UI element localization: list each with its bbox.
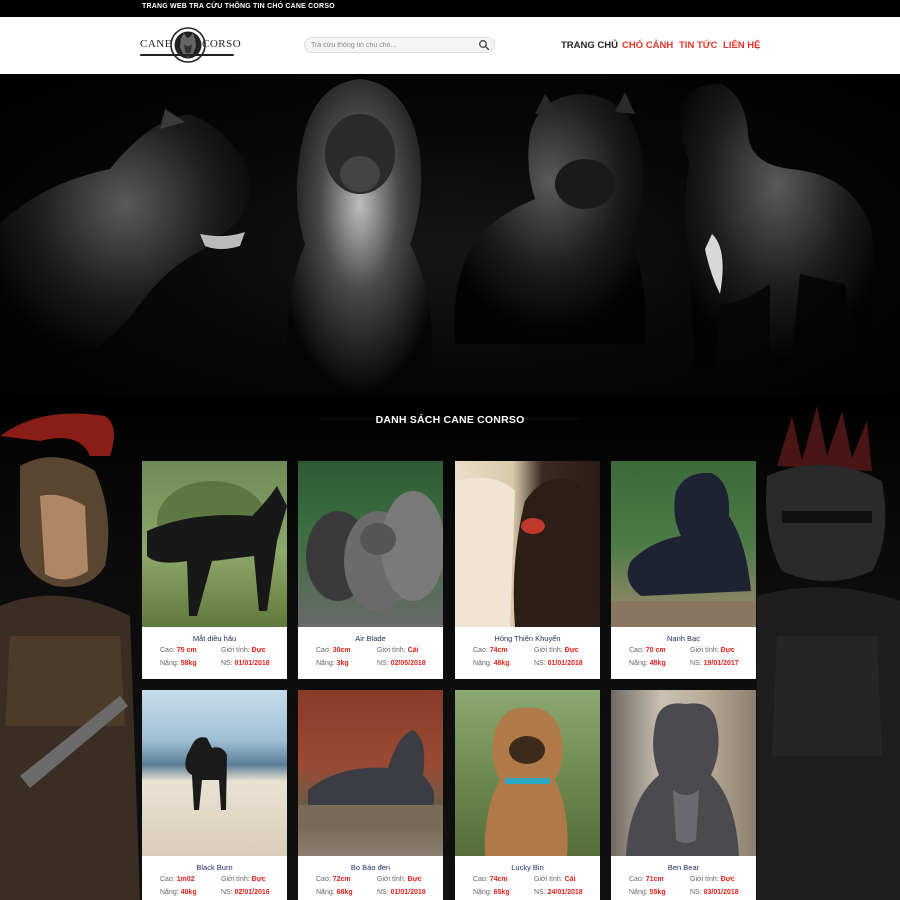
nav-home[interactable]: TRANG CHỦ [561, 40, 618, 51]
dark-warrior-right-image [757, 406, 900, 900]
hero-dog-2 [287, 79, 433, 394]
dog-birthdate: NS: 01/01/2018 [221, 660, 270, 667]
nav-news[interactable]: TIN TỨC [679, 40, 718, 51]
dog-card[interactable]: Mắt diều hâu Cao: 75 cm Giới tính: Đực Nặng… [142, 461, 287, 679]
dog-name[interactable]: Mắt diều hâu [142, 634, 287, 643]
dog-name[interactable]: Nanh Bạc [611, 634, 756, 643]
dog-card[interactable]: Lucky Bin Cao: 74cm Giới tính: Cái Nặng: 65… [455, 690, 600, 900]
dog-card[interactable]: Hỏng Thiên Khuyển Cao: 74cm Giới tính: Đực… [455, 461, 600, 679]
dog-weight: Nặng: 58kg [160, 660, 197, 667]
dog-card[interactable]: Bo Báo đen Cao: 72cm Giới tính: Đực Nặng: 6… [298, 690, 443, 900]
dog-photo[interactable] [142, 690, 287, 856]
dog-weight: Nặng: 65kg [473, 889, 510, 896]
dog-weight: Nặng: 3kg [316, 660, 349, 667]
logo-word-left: CANE [140, 38, 172, 50]
dog-birthdate: NS: 02/01/2016 [221, 889, 270, 896]
hero-dog-4 [679, 84, 875, 374]
dog-birthdate: NS: 01/01/2018 [377, 889, 426, 896]
hero-banner [0, 74, 900, 396]
dog-photo[interactable] [455, 690, 600, 856]
dog-height: Cao: 74cm [473, 647, 508, 654]
dog-name[interactable]: Ben Bear [611, 863, 756, 872]
dog-birthdate: NS: 01/01/2018 [534, 660, 583, 667]
top-bar-text: TRANG WEB TRA CỨU THÔNG TIN CHÓ CANE COR… [142, 3, 335, 10]
dog-photo[interactable] [298, 461, 443, 627]
dog-name[interactable]: Air Blade [298, 634, 443, 643]
dog-height: Cao: 70 cm [629, 647, 666, 654]
nav-contact[interactable]: LIÊN HỆ [723, 40, 760, 51]
site-logo[interactable]: CANE CORSO [140, 24, 241, 66]
dog-card[interactable]: Black Burn Cao: 1m02 Giới tính: Đực Nặng: 4… [142, 690, 287, 900]
logo-underline [140, 54, 234, 56]
search-icon[interactable] [478, 39, 490, 51]
logo-word-right: CORSO [202, 38, 242, 50]
dog-birthdate: NS: 03/01/2018 [690, 889, 739, 896]
dog-name[interactable]: Black Burn [142, 863, 287, 872]
dog-gender: Giới tính: Cái [534, 876, 576, 883]
search-box [304, 37, 495, 53]
dog-birthdate: NS: 02/05/2018 [377, 660, 426, 667]
dog-gender: Giới tính: Đực [534, 647, 579, 654]
dog-height: Cao: 75 cm [160, 647, 197, 654]
dog-card[interactable]: Air Blade Cao: 30cm Giới tính: Cái Nặng: 3k… [298, 461, 443, 679]
dog-name[interactable]: Hỏng Thiên Khuyển [455, 634, 600, 643]
dog-birthdate: NS: 24/01/2018 [534, 889, 583, 896]
dog-height: Cao: 30cm [316, 647, 351, 654]
dog-name[interactable]: Bo Báo đen [298, 863, 443, 872]
dog-height: Cao: 72cm [316, 876, 351, 883]
hero-dogs-image [0, 79, 875, 394]
dog-height: Cao: 1m02 [160, 876, 195, 883]
dog-photo[interactable] [611, 461, 756, 627]
dog-head-emblem-icon [170, 27, 206, 63]
section-title: DANH SÁCH CANE CONRSO [375, 414, 525, 426]
dog-birthdate: NS: 19/01/2017 [690, 660, 739, 667]
dog-weight: Nặng: 40kg [160, 889, 197, 896]
dog-height: Cao: 74cm [473, 876, 508, 883]
dog-card[interactable]: Ben Bear Cao: 71cm Giới tính: Đực Nặng: 55k… [611, 690, 756, 900]
dog-photo[interactable] [611, 690, 756, 856]
dog-height: Cao: 71cm [629, 876, 664, 883]
hero-dog-1 [0, 109, 251, 374]
dog-weight: Nặng: 68kg [316, 889, 353, 896]
dog-weight: Nặng: 48kg [629, 660, 666, 667]
dog-card[interactable]: Nanh Bạc Cao: 70 cm Giới tính: Đực Nặng: 48… [611, 461, 756, 679]
dog-gender: Giới tính: Đực [221, 876, 266, 883]
dog-photo[interactable] [298, 690, 443, 856]
dog-gender: Giới tính: Cái [377, 647, 419, 654]
nav-pet-dogs[interactable]: CHÓ CẢNH [622, 40, 673, 51]
hero-dog-3 [454, 92, 646, 344]
dog-gender: Giới tính: Đực [690, 876, 735, 883]
dog-weight: Nặng: 55kg [629, 889, 666, 896]
dog-list-section: DANH SÁCH CANE CONRSO Mắt diều hâu Cao: 7… [0, 396, 900, 900]
dog-name[interactable]: Lucky Bin [455, 863, 600, 872]
site-header: CANE CORSO TRANG CHỦ CHÓ CẢNH TIN TỨC LI… [0, 17, 900, 74]
roman-warrior-left-image [0, 413, 140, 900]
dog-gender: Giới tính: Đực [690, 647, 735, 654]
dog-gender: Giới tính: Đực [221, 647, 266, 654]
dog-weight: Nặng: 48kg [473, 660, 510, 667]
search-input[interactable] [311, 39, 471, 51]
dog-photo[interactable] [455, 461, 600, 627]
dog-photo[interactable] [142, 461, 287, 627]
dog-gender: Giới tính: Đực [377, 876, 422, 883]
top-bar: TRANG WEB TRA CỨU THÔNG TIN CHÓ CANE COR… [0, 0, 900, 17]
